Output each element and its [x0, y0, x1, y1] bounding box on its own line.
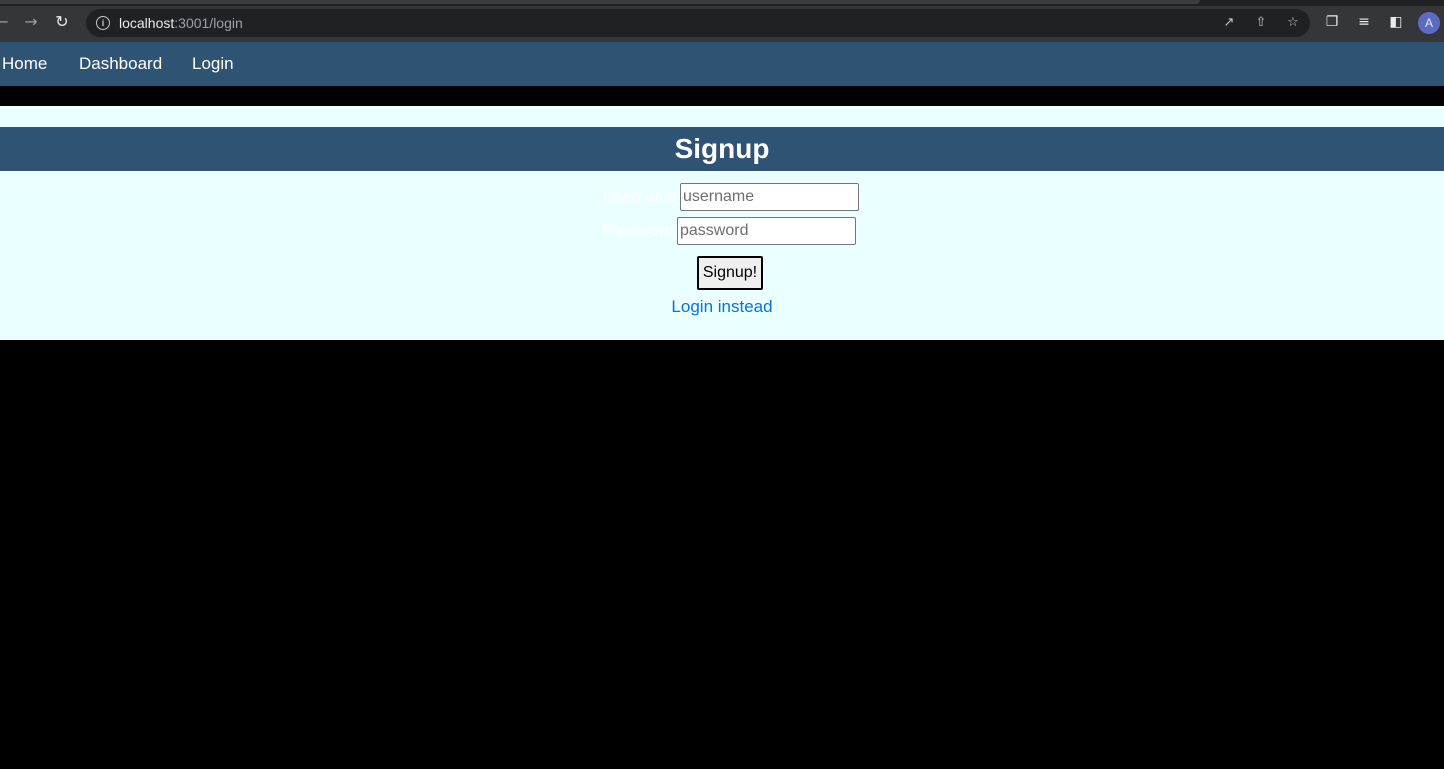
tab-strip [0, 0, 1444, 6]
signup-panel: Signup Username Password Signup! Login i… [0, 106, 1444, 340]
signup-header: Signup [0, 127, 1444, 171]
url-path: :3001/login [174, 15, 243, 31]
address-url[interactable]: localhost:3001/login [119, 15, 243, 31]
open-in-app-icon[interactable]: ↗ [1220, 14, 1238, 32]
site-navbar: Home Dashboard Login [0, 42, 1444, 86]
browser-toolbar: ← → ↻ i localhost:3001/login ↗ ⇧ ☆ ❐ ≡ ◧… [0, 0, 1444, 42]
password-input[interactable] [677, 217, 856, 245]
signup-title: Signup [674, 133, 770, 164]
profile-avatar[interactable]: A [1418, 12, 1440, 34]
back-icon[interactable]: ← [0, 12, 12, 32]
share-icon[interactable]: ⇧ [1252, 14, 1270, 32]
username-label: Username [603, 188, 677, 205]
url-host: localhost [119, 15, 175, 31]
username-input[interactable] [680, 183, 859, 211]
reading-list-icon[interactable]: ≡ [1354, 12, 1374, 32]
extensions-puzzle-icon[interactable]: ❐ [1322, 12, 1342, 32]
forward-icon[interactable]: → [21, 12, 41, 32]
signup-button[interactable]: Signup! [697, 256, 763, 290]
address-bar[interactable]: i localhost:3001/login ↗ ⇧ ☆ [86, 9, 1310, 37]
nav-link-login[interactable]: Login [192, 54, 234, 74]
side-panel-icon[interactable]: ◧ [1386, 12, 1406, 32]
nav-link-dashboard[interactable]: Dashboard [79, 54, 162, 74]
active-tab-edge[interactable] [0, 0, 1200, 4]
nav-link-home[interactable]: Home [2, 54, 47, 74]
page-gap [0, 86, 1444, 106]
login-instead-row: Login instead [0, 297, 1444, 317]
site-info-icon[interactable]: i [96, 16, 110, 30]
login-instead-link[interactable]: Login instead [671, 297, 772, 316]
password-label: Password [603, 222, 674, 239]
reload-icon[interactable]: ↻ [52, 12, 72, 32]
bookmark-star-icon[interactable]: ☆ [1284, 14, 1302, 32]
